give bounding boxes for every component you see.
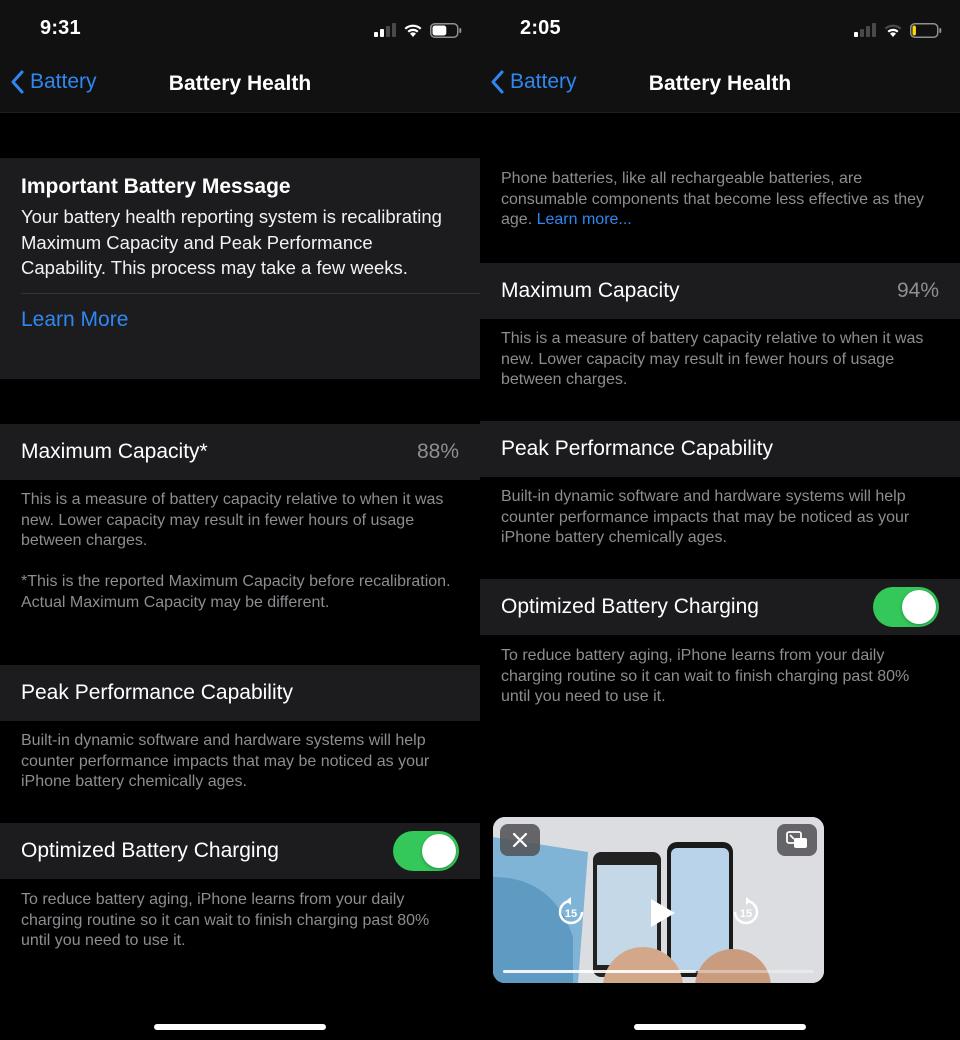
peak-performance-footer: Built-in dynamic software and hardware s… bbox=[501, 488, 910, 546]
home-indicator[interactable] bbox=[634, 1024, 806, 1030]
optimized-charging-cell: Optimized Battery Charging bbox=[480, 579, 960, 635]
peak-performance-footer: Built-in dynamic software and hardware s… bbox=[21, 732, 430, 790]
pip-close-button[interactable] bbox=[500, 824, 540, 856]
pip-restore-icon bbox=[786, 831, 807, 848]
message-body: Your battery health reporting system is … bbox=[21, 206, 442, 278]
learn-more-link[interactable]: Learn more... bbox=[537, 211, 632, 228]
toggle-knob bbox=[902, 590, 936, 624]
status-bar: 9:31 bbox=[0, 0, 480, 56]
status-icons bbox=[374, 20, 462, 40]
cellular-signal-icon bbox=[374, 23, 396, 37]
optimized-charging-cell: Optimized Battery Charging bbox=[0, 823, 480, 879]
peak-performance-label: Peak Performance Capability bbox=[21, 681, 293, 704]
wifi-icon bbox=[884, 24, 902, 37]
video-progress-bar[interactable] bbox=[503, 970, 814, 973]
skip-back-button[interactable]: 15 bbox=[556, 897, 586, 927]
video-progress-fill bbox=[503, 970, 696, 973]
skip-forward-seconds: 15 bbox=[740, 908, 752, 920]
skip-back-15-icon: 15 bbox=[558, 897, 584, 925]
left-screen: 9:31 Battery Battery Health Important Ba… bbox=[0, 0, 480, 1040]
right-screen: 2:05 Battery Battery Health Phone batter… bbox=[480, 0, 960, 1040]
toggle-knob bbox=[422, 834, 456, 868]
max-capacity-cell: Maximum Capacity 94% bbox=[480, 263, 960, 319]
max-capacity-footer: This is a measure of battery capacity re… bbox=[501, 330, 924, 388]
home-indicator[interactable] bbox=[154, 1024, 326, 1030]
skip-forward-button[interactable]: 15 bbox=[731, 897, 761, 927]
navigation-bar: Battery Battery Health bbox=[480, 56, 960, 113]
message-title: Important Battery Message bbox=[21, 175, 291, 198]
peak-performance-cell: Peak Performance Capability bbox=[480, 421, 960, 477]
wifi-icon bbox=[404, 24, 422, 37]
optimized-charging-toggle[interactable] bbox=[873, 587, 939, 627]
skip-back-seconds: 15 bbox=[565, 908, 577, 920]
page-title: Battery Health bbox=[648, 72, 792, 95]
intro-text: Phone batteries, like all rechargeable b… bbox=[501, 169, 941, 231]
optimized-charging-label: Optimized Battery Charging bbox=[501, 595, 759, 618]
max-capacity-label: Maximum Capacity bbox=[501, 279, 680, 302]
max-capacity-value: 88% bbox=[416, 440, 459, 463]
play-icon bbox=[651, 899, 675, 927]
status-bar: 2:05 bbox=[480, 0, 960, 56]
peak-performance-label: Peak Performance Capability bbox=[501, 437, 773, 460]
page-title: Battery Health bbox=[168, 72, 312, 95]
navigation-bar: Battery Battery Health bbox=[0, 56, 480, 113]
optimized-charging-toggle[interactable] bbox=[393, 831, 459, 871]
max-capacity-footer: This is a measure of battery capacity re… bbox=[21, 491, 444, 549]
max-capacity-cell: Maximum Capacity* 88% bbox=[0, 424, 480, 480]
peak-performance-cell: Peak Performance Capability bbox=[0, 665, 480, 721]
pip-video-player[interactable]: 15 15 bbox=[493, 817, 824, 983]
status-time: 9:31 bbox=[40, 17, 81, 39]
status-icons bbox=[854, 20, 942, 40]
optimized-charging-footer: To reduce battery aging, iPhone learns f… bbox=[501, 647, 910, 705]
skip-forward-15-icon: 15 bbox=[733, 897, 759, 925]
cellular-signal-icon bbox=[854, 23, 876, 37]
max-capacity-value: 94% bbox=[896, 279, 939, 302]
battery-icon bbox=[430, 22, 462, 38]
optimized-charging-footer: To reduce battery aging, iPhone learns f… bbox=[21, 891, 430, 949]
battery-level bbox=[912, 25, 916, 35]
important-message-card: Important Battery Message Your battery h… bbox=[0, 158, 480, 379]
pip-restore-button[interactable] bbox=[777, 824, 817, 856]
max-capacity-note: *This is the reported Maximum Capacity b… bbox=[21, 573, 451, 611]
battery-level bbox=[432, 25, 447, 35]
learn-more-link[interactable]: Learn More bbox=[0, 294, 480, 350]
play-button[interactable] bbox=[643, 895, 679, 931]
status-time: 2:05 bbox=[520, 17, 561, 39]
max-capacity-label: Maximum Capacity* bbox=[21, 440, 208, 463]
close-icon bbox=[512, 832, 528, 848]
optimized-charging-label: Optimized Battery Charging bbox=[21, 839, 279, 862]
battery-icon bbox=[910, 22, 942, 38]
